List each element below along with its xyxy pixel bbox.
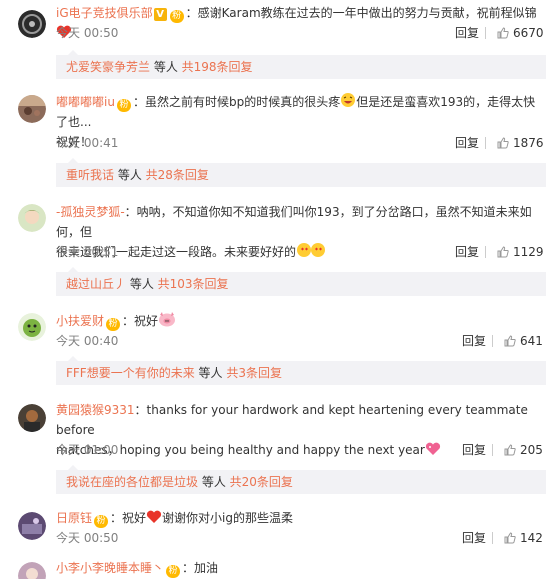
comment-text: 小李小李晚睡本睡丶粉：加油 [56, 558, 540, 578]
thumbs-up-icon [497, 137, 509, 149]
divider [492, 444, 493, 456]
username-link[interactable]: 小扶爱财 [56, 314, 104, 328]
view-replies-link[interactable]: 共20条回复 [230, 475, 293, 489]
caret [68, 356, 78, 361]
thumbs-up-icon [504, 335, 516, 347]
verified-icon: V [153, 8, 167, 21]
heart-icon [146, 510, 162, 523]
sub-reply-username[interactable]: 越过山丘丿 [66, 277, 126, 291]
like-button[interactable]: 205 [504, 442, 543, 458]
laughing-emoji-icon [341, 93, 356, 107]
view-replies-link[interactable]: 共3条回复 [226, 366, 282, 380]
divider [492, 335, 493, 347]
comment-time: 今天 00:50 [56, 531, 119, 545]
avatar[interactable] [18, 10, 46, 38]
caret [68, 465, 78, 470]
comment-body: ：祝好 [122, 314, 159, 328]
divider [492, 532, 493, 544]
heart-eyes-emoji-icon [297, 243, 326, 257]
sub-reply-username[interactable]: 重听我话 [66, 168, 114, 182]
comment-text: 小扶爱财粉：祝好 [56, 311, 540, 331]
divider [485, 27, 486, 39]
sub-replies: 越过山丘丿 等人 共103条回复 [56, 267, 546, 296]
comment-body: ：虽然之前有时候bp的时候真的很头疼 [132, 95, 341, 109]
view-replies-link[interactable]: 共103条回复 [158, 277, 229, 291]
comment-time: 今天 00:51 [56, 245, 119, 259]
comment-body: ：呐呐，不知道你知不知道我们叫你193，到了分岔路口，虽然不知道未来如何，但 [56, 205, 532, 239]
like-button[interactable]: 1129 [497, 244, 544, 260]
reply-button[interactable]: 回复 [462, 442, 486, 458]
view-replies-link[interactable]: 共28条回复 [146, 168, 209, 182]
avatar[interactable] [18, 313, 46, 341]
sub-reply-mid: 等人 [126, 277, 158, 291]
reply-button[interactable]: 回复 [455, 244, 479, 260]
avatar[interactable] [18, 95, 46, 123]
comment-body-cont: 谢谢你对小ig的那些温柔 [162, 511, 293, 525]
caret [68, 158, 78, 163]
username-link[interactable]: 小李小李晚睡本睡丶 [56, 561, 164, 575]
like-count: 1129 [513, 245, 544, 259]
caret [68, 50, 78, 55]
sub-reply-username[interactable]: 我说在座的各位都是垃圾 [66, 475, 198, 489]
thumbs-up-icon [497, 246, 509, 258]
view-replies-link[interactable]: 共198条回复 [182, 60, 253, 74]
sub-reply-mid: 等人 [114, 168, 146, 182]
comment-body: ：加油 [182, 561, 219, 575]
caret [68, 267, 78, 272]
sparkling-heart-icon [425, 442, 440, 455]
sub-reply-username[interactable]: FFF想要一个有你的未来 [66, 366, 195, 380]
avatar[interactable] [18, 512, 46, 540]
sub-replies: 我说在座的各位都是垃圾 等人 共20条回复 [56, 465, 546, 494]
divider [485, 246, 486, 258]
comment-time: 今天 00:40 [56, 334, 119, 348]
avatar[interactable] [18, 204, 46, 232]
comment-text: 日原钰粉：祝好 谢谢你对小ig的那些温柔 [56, 508, 540, 528]
like-count: 205 [520, 443, 543, 457]
comment-time: 今天 01:00 [56, 443, 119, 457]
fan-badge-icon: 粉 [94, 515, 109, 528]
like-count: 6670 [513, 26, 544, 40]
comment-body: ：感谢Karam教练在过去的一年中做出的努力与贡献，祝前程似锦 [185, 6, 537, 20]
fan-badge-icon: 粉 [166, 565, 181, 578]
fan-badge-icon: 粉 [169, 10, 184, 23]
thumbs-up-icon [504, 444, 516, 456]
like-button[interactable]: 641 [504, 333, 543, 349]
username-link[interactable]: 黄园猿猴9331 [56, 403, 135, 417]
sub-replies: 尤爱笑豪争芳兰 等人 共198条回复 [56, 50, 546, 79]
like-count: 1876 [513, 136, 544, 150]
username-link[interactable]: 日原钰 [56, 511, 92, 525]
sub-reply-mid: 等人 [150, 60, 182, 74]
like-button[interactable]: 142 [504, 530, 543, 546]
fan-badge-icon: 粉 [116, 99, 131, 112]
sub-replies: FFF想要一个有你的未来 等人 共3条回复 [56, 356, 546, 385]
like-button[interactable]: 6670 [497, 25, 544, 41]
sub-replies: 重听我话 等人 共28条回复 [56, 158, 546, 187]
pig-emoji-icon [159, 312, 176, 327]
comment-time: 今天 00:41 [56, 136, 119, 150]
comment-time: 今天 00:50 [56, 26, 119, 40]
thumbs-up-icon [497, 27, 509, 39]
like-count: 142 [520, 531, 543, 545]
comment-body: ：祝好 [110, 511, 147, 525]
avatar[interactable] [18, 562, 46, 579]
username-link[interactable]: -孤独灵梦狐- [56, 205, 125, 219]
reply-button[interactable]: 回复 [455, 25, 479, 41]
avatar[interactable] [18, 404, 46, 432]
fan-badge-icon: 粉 [106, 318, 121, 331]
sub-reply-mid: 等人 [198, 475, 230, 489]
reply-button[interactable]: 回复 [462, 530, 486, 546]
username-link[interactable]: iG电子竞技俱乐部 [56, 6, 153, 20]
sub-reply-username[interactable]: 尤爱笑豪争芳兰 [66, 60, 150, 74]
divider [485, 137, 486, 149]
like-count: 641 [520, 334, 543, 348]
like-button[interactable]: 1876 [497, 135, 544, 151]
sub-reply-mid: 等人 [194, 366, 227, 380]
thumbs-up-icon [504, 532, 516, 544]
reply-button[interactable]: 回复 [462, 333, 486, 349]
username-link[interactable]: 嘟嘟嘟嘟iu [56, 95, 115, 109]
reply-button[interactable]: 回复 [455, 135, 479, 151]
